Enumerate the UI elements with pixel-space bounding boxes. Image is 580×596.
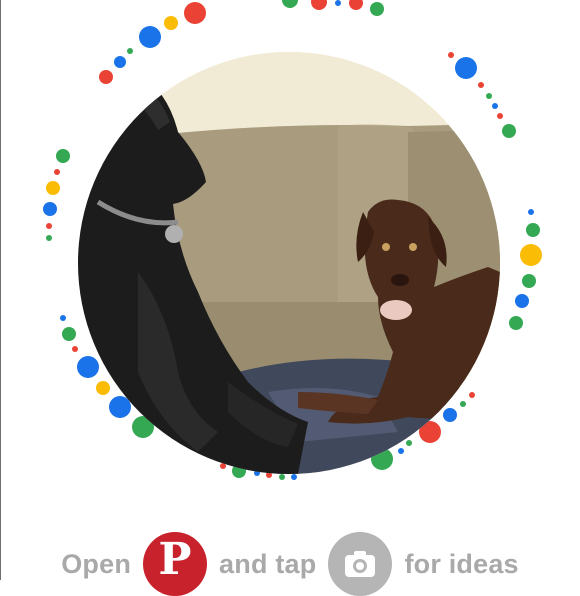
dot [139, 26, 161, 48]
dot [279, 474, 285, 480]
dot [56, 149, 70, 163]
dot [478, 82, 484, 88]
dot [497, 113, 503, 119]
dot [515, 294, 529, 308]
dot [72, 346, 78, 352]
camera-icon[interactable] [328, 532, 393, 596]
dot [406, 440, 412, 446]
dot [164, 16, 178, 30]
dot [335, 0, 341, 6]
dot [114, 56, 126, 68]
dot [291, 474, 297, 480]
dot [127, 48, 133, 54]
dot [398, 448, 404, 454]
dot [455, 57, 477, 79]
dogs-photo[interactable] [78, 52, 500, 474]
dot [46, 235, 52, 241]
dot [460, 401, 466, 407]
dot [448, 52, 454, 58]
dot [520, 244, 542, 266]
dot [526, 223, 540, 237]
dot [77, 356, 99, 378]
dot [469, 392, 475, 398]
dot [96, 381, 110, 395]
dot [522, 274, 536, 288]
dot [46, 223, 52, 229]
dot [443, 408, 457, 422]
instruction-open-text: Open [61, 548, 132, 579]
dogs-photo-image [78, 52, 500, 474]
instruction-and-tap-text: and tap [219, 548, 317, 579]
dot [509, 316, 523, 330]
dot [486, 93, 492, 99]
dot [282, 0, 298, 8]
dot [502, 124, 516, 138]
dot [99, 70, 113, 84]
pinterest-logo-icon[interactable]: P [143, 532, 208, 596]
dot [62, 327, 76, 341]
dot [492, 103, 498, 109]
dot [43, 202, 57, 216]
screen-edge [0, 0, 1, 580]
instruction-row: Open P and tap for ideas [0, 532, 580, 596]
dot [184, 2, 206, 24]
instruction-for-ideas-text: for ideas [404, 548, 519, 579]
dot [349, 0, 363, 10]
dot [54, 169, 60, 175]
dot [528, 209, 534, 215]
dot [60, 315, 66, 321]
dot [46, 181, 60, 195]
dot [370, 2, 384, 16]
dot [311, 0, 327, 10]
